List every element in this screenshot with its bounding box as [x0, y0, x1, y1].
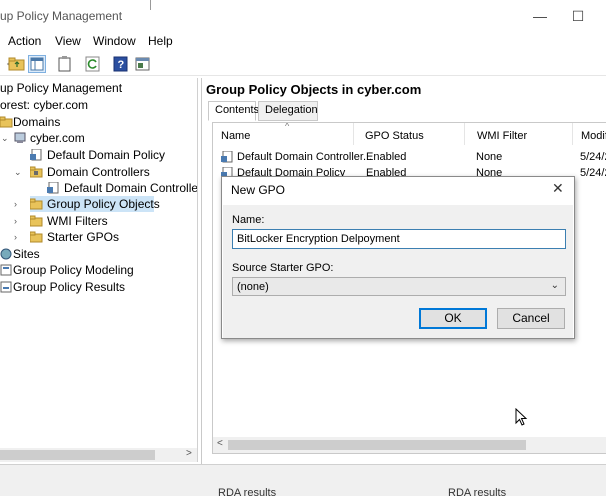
title-bar: up Policy Management — ☐ — [0, 0, 606, 32]
title-divider — [150, 0, 151, 10]
table-row[interactable]: Default Domain Controller... Enabled Non… — [213, 149, 606, 165]
tree-results-label: Group Policy Results — [13, 280, 126, 294]
folder-up-icon[interactable] — [8, 55, 26, 73]
tree-modeling-label: Group Policy Modeling — [13, 263, 134, 277]
cancel-button[interactable]: Cancel — [497, 308, 565, 329]
tree-starter-label: Starter GPOs — [47, 230, 120, 244]
dialog-body: Name: Source Starter GPO: (none) ⌄ OK Ca… — [223, 205, 573, 338]
tree-sites[interactable]: Sites — [0, 246, 120, 262]
status-bar: RDA results RDA results — [0, 464, 606, 496]
tree-domain-controllers[interactable]: ⌄ Domain Controllers — [0, 164, 180, 180]
tree-domains-label: Domains — [13, 115, 61, 129]
tree-gpo-label: Group Policy Objects — [47, 197, 160, 211]
maximize-button[interactable]: ☐ — [566, 4, 590, 28]
column-modified[interactable]: Modifie — [573, 123, 606, 145]
scroll-thumb[interactable] — [228, 440, 526, 450]
new-gpo-dialog: New GPO ✕ Name: Source Starter GPO: (non… — [221, 176, 575, 339]
tree-sites-label: Sites — [13, 247, 40, 261]
gpo-folder-icon — [29, 198, 43, 210]
policy-link-icon — [47, 181, 60, 194]
tree-default-domain-policy[interactable]: Default Domain Policy — [0, 147, 180, 163]
menu-help[interactable]: Help — [148, 34, 173, 48]
cell-name: Default Domain Controller... — [237, 151, 373, 163]
toolbar: ? — [0, 52, 606, 76]
tree-results[interactable]: Group Policy Results — [0, 279, 197, 295]
cell-wmi: None — [476, 151, 503, 163]
scroll-thumb[interactable] — [0, 450, 155, 460]
console-tree: up Policy Management orest: cyber.com Do… — [0, 78, 198, 462]
scroll-left-icon[interactable]: < — [217, 438, 223, 449]
menu-view[interactable]: View — [55, 34, 81, 48]
cell-status: Enabled — [366, 151, 407, 163]
sort-up-icon: ^ — [285, 122, 290, 131]
mouse-cursor-icon — [515, 407, 529, 431]
chevron-right-icon[interactable]: › — [14, 196, 24, 212]
minimize-button[interactable]: — — [528, 4, 552, 28]
domain-icon — [14, 132, 27, 144]
tree-wmi-label: WMI Filters — [47, 214, 108, 228]
help-icon[interactable]: ? — [112, 55, 130, 73]
tree-starter-gpos[interactable]: › Starter GPOs — [0, 229, 120, 245]
tree-domains[interactable]: Domains — [0, 114, 120, 130]
folder-icon — [29, 215, 43, 227]
svg-text:?: ? — [118, 59, 125, 71]
tree-forest[interactable]: orest: cyber.com — [0, 97, 88, 113]
tree-forest-label: orest: cyber.com — [0, 98, 89, 112]
tree-horizontal-scrollbar[interactable]: > — [0, 448, 197, 462]
starter-gpo-value: (none) — [237, 281, 269, 293]
tree-default-dc-policy[interactable]: Default Domain Controllers — [0, 180, 198, 196]
chevron-down-icon[interactable]: ⌄ — [14, 164, 24, 180]
folder-icon — [29, 231, 43, 243]
chevron-right-icon[interactable]: › — [14, 229, 24, 245]
tree-root[interactable]: up Policy Management — [0, 80, 122, 96]
starter-gpo-select[interactable]: (none) ⌄ — [232, 277, 566, 296]
tree-domain-cyber[interactable]: ⌄ cyber.com — [0, 130, 120, 146]
cell-modified: 5/24/2 — [580, 151, 606, 163]
column-wmi-filter[interactable]: WMI Filter — [469, 123, 573, 145]
status-text: RDA results — [448, 487, 507, 496]
tree-group-policy-objects[interactable]: Group Policy Objects — [29, 196, 160, 212]
ou-folder-icon — [29, 166, 43, 178]
tree-root-label: up Policy Management — [0, 81, 123, 95]
status-text: RDA results — [218, 487, 277, 496]
ok-button[interactable]: OK — [419, 308, 487, 329]
column-name[interactable]: ^ Name — [213, 123, 354, 145]
column-gpo-status[interactable]: GPO Status — [357, 123, 465, 145]
properties-icon[interactable] — [134, 55, 152, 73]
policy-icon — [30, 148, 43, 161]
tree-gpo-expander[interactable]: › — [0, 196, 30, 212]
tree-domain-label: cyber.com — [30, 131, 85, 145]
menu-action[interactable]: Action — [8, 34, 41, 48]
menu-bar: Action View Window Help — [0, 32, 606, 52]
menu-window[interactable]: Window — [93, 34, 136, 48]
scroll-right-icon[interactable]: > — [186, 448, 192, 459]
modeling-icon — [0, 264, 13, 276]
pane-header: Group Policy Objects in cyber.com — [206, 82, 422, 97]
folder-icon — [0, 116, 13, 128]
refresh-icon[interactable] — [84, 55, 102, 73]
starter-gpo-label: Source Starter GPO: — [232, 262, 334, 274]
chevron-down-icon: ⌄ — [550, 280, 559, 291]
tree-modeling[interactable]: Group Policy Modeling — [0, 262, 197, 278]
clipboard-icon[interactable] — [56, 55, 74, 73]
results-icon — [0, 281, 13, 293]
tree-default-dc-policy-label: Default Domain Controllers — [64, 181, 198, 195]
gpo-name-input[interactable] — [232, 229, 566, 249]
sites-icon — [0, 248, 13, 260]
tab-delegation[interactable]: Delegation — [258, 101, 318, 121]
tree-default-domain-policy-label: Default Domain Policy — [47, 148, 166, 162]
chevron-right-icon[interactable]: › — [14, 213, 24, 229]
cell-modified: 5/24/2 — [580, 167, 606, 179]
list-horizontal-scrollbar[interactable]: < — [213, 437, 606, 453]
tree-domain-controllers-label: Domain Controllers — [47, 165, 150, 179]
window-title: up Policy Management — [0, 9, 123, 23]
view-tree-icon[interactable] — [28, 55, 46, 73]
close-icon[interactable]: ✕ — [552, 180, 564, 197]
dialog-title: New GPO — [231, 183, 286, 197]
tree-wmi-filters[interactable]: › WMI Filters — [0, 213, 120, 229]
chevron-down-icon[interactable]: ⌄ — [1, 130, 11, 146]
tab-contents[interactable]: Contents — [208, 101, 259, 121]
name-label: Name: — [232, 214, 265, 226]
